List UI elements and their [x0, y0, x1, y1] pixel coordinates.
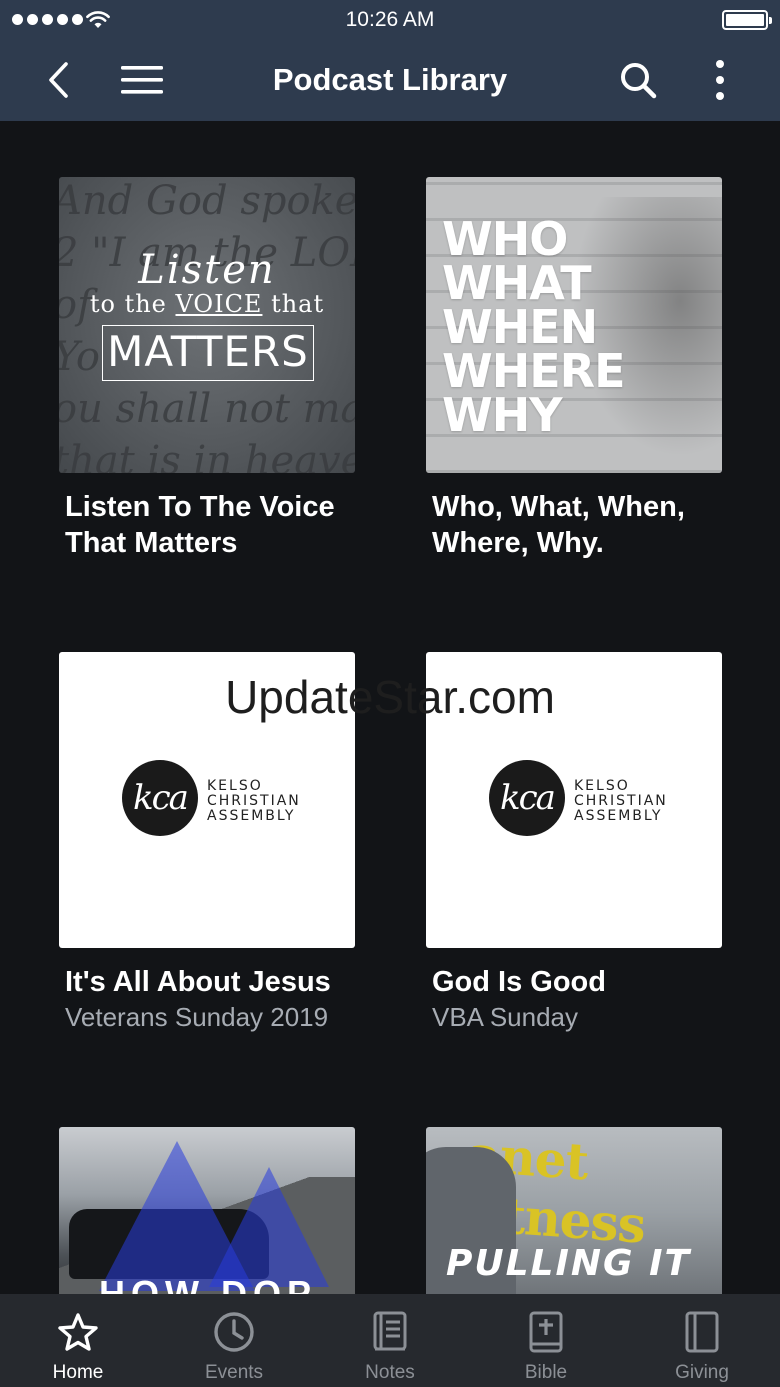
tab-home[interactable]: Home [0, 1294, 156, 1387]
podcast-artwork: And God spoke a 2 "I am the LORD of Yo o… [59, 177, 355, 473]
navigation-bar: Podcast Library [0, 40, 780, 121]
podcast-artwork: kca KELSO CHRISTIAN ASSEMBLY [59, 652, 355, 948]
tab-notes[interactable]: Notes [312, 1294, 468, 1387]
podcast-title: God Is Good [432, 966, 606, 998]
podcast-subtitle: VBA Sunday [432, 1002, 578, 1032]
artwork-text: HOW DOP [99, 1273, 317, 1294]
artwork-text: WHO WHAT WHEN WHERE WHY [442, 212, 626, 442]
clock-icon [214, 1312, 254, 1352]
tab-label: Giving [675, 1362, 729, 1383]
artwork-text: MATTERS [102, 325, 314, 381]
search-button[interactable] [612, 54, 664, 106]
chevron-left-icon [49, 62, 68, 98]
artwork-text: Listen [138, 247, 276, 293]
back-button[interactable] [32, 54, 84, 106]
tab-bar: Home Events Notes Bible Giving [0, 1294, 780, 1387]
tab-label: Notes [365, 1362, 415, 1383]
star-icon [58, 1313, 98, 1351]
tab-label: Bible [524, 1362, 568, 1383]
podcast-card[interactable]: anet fitness PULLING IT [426, 1127, 722, 1294]
podcast-title: Who, What, When, Where, Why. [432, 491, 685, 559]
church-name: KELSO CHRISTIAN ASSEMBLY [574, 778, 668, 824]
podcast-title: It's All About Jesus [65, 966, 331, 998]
podcast-card[interactable]: kca KELSO CHRISTIAN ASSEMBLY God Is Good… [426, 652, 722, 1034]
artwork-text: PULLING IT [446, 1243, 692, 1284]
podcast-card[interactable]: WHO WHAT WHEN WHERE WHY Who, What, When,… [426, 177, 722, 561]
artwork-text: to the VOICE that [89, 290, 325, 318]
podcast-card[interactable]: HOW DOP [59, 1127, 355, 1294]
notes-icon [373, 1311, 407, 1351]
tab-bible[interactable]: Bible [468, 1294, 624, 1387]
status-bar: 10:26 AM [0, 0, 780, 40]
search-icon [621, 63, 657, 99]
podcast-grid: And God spoke a 2 "I am the LORD of Yo o… [0, 121, 780, 1294]
status-time: 10:26 AM [345, 8, 435, 31]
top-bar: 10:26 AM Podcast Library [0, 0, 780, 121]
giving-icon [685, 1311, 719, 1353]
tab-events[interactable]: Events [156, 1294, 312, 1387]
kca-logo: kca [489, 760, 565, 836]
tab-giving[interactable]: Giving [624, 1294, 780, 1387]
podcast-artwork: anet fitness PULLING IT [426, 1127, 722, 1294]
more-vertical-icon [716, 60, 724, 100]
podcast-title: Listen To The Voice That Matters [65, 491, 335, 559]
podcast-card[interactable]: kca KELSO CHRISTIAN ASSEMBLY It's All Ab… [59, 652, 355, 1034]
bible-icon [529, 1311, 563, 1353]
kca-logo: kca [122, 760, 198, 836]
tab-label: Events [204, 1362, 264, 1383]
hamburger-menu-icon [121, 66, 163, 94]
podcast-subtitle: Veterans Sunday 2019 [65, 1002, 329, 1032]
more-options-button[interactable] [694, 54, 746, 106]
podcast-artwork: HOW DOP [59, 1127, 355, 1294]
battery-icon [722, 10, 772, 30]
tab-label: Home [52, 1362, 104, 1383]
church-name: KELSO CHRISTIAN ASSEMBLY [207, 778, 301, 824]
podcast-card[interactable]: And God spoke a 2 "I am the LORD of Yo o… [59, 177, 355, 561]
podcast-artwork: WHO WHAT WHEN WHERE WHY [426, 177, 722, 473]
podcast-artwork: kca KELSO CHRISTIAN ASSEMBLY [426, 652, 722, 948]
menu-button[interactable] [116, 54, 168, 106]
